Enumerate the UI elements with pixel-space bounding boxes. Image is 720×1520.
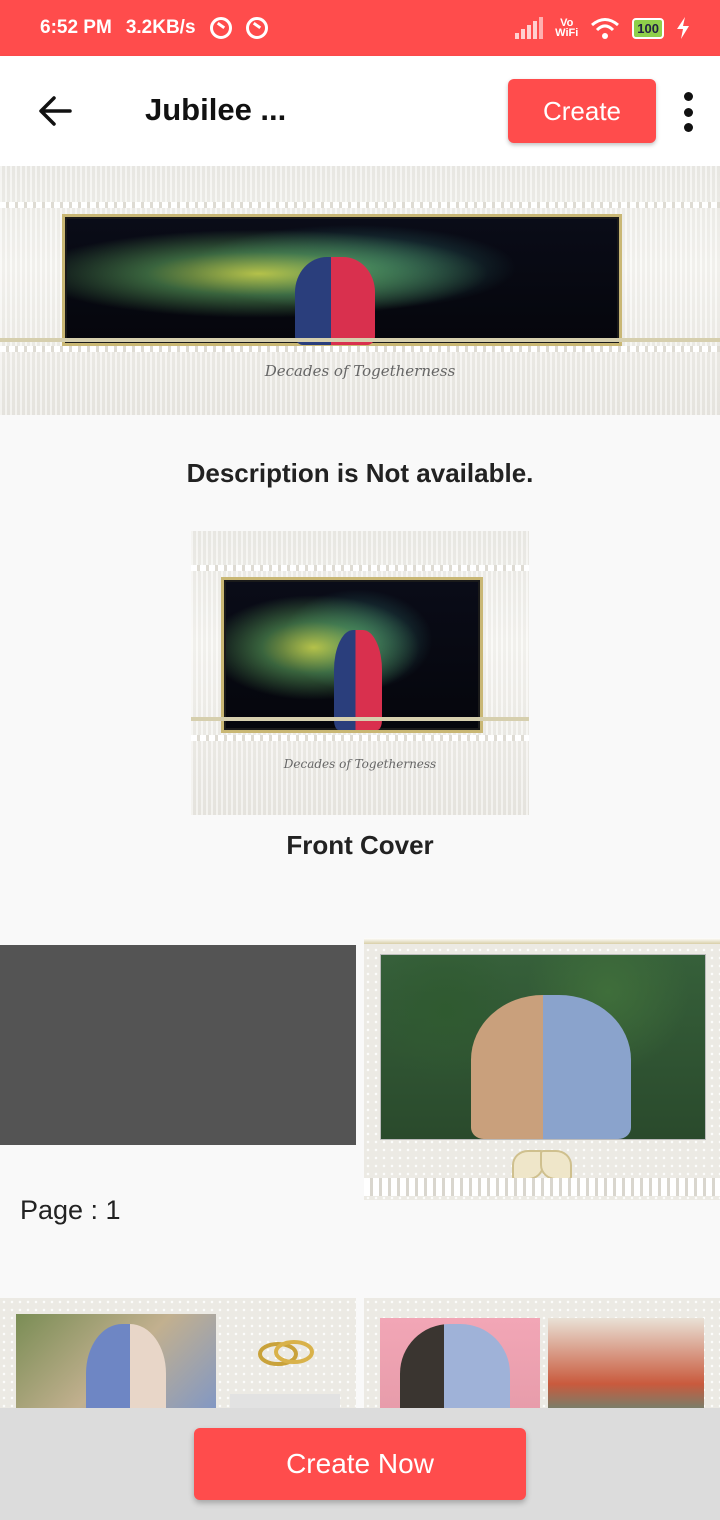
rail — [191, 717, 529, 721]
lace-border — [191, 735, 529, 741]
couple-figure — [86, 1324, 166, 1413]
status-right: Vo WiFi 100 — [515, 0, 690, 56]
status-time: 6:52 PM — [40, 17, 112, 38]
page-thumbnail[interactable] — [364, 1298, 720, 1413]
album-banner-image: Decades of Togetherness — [0, 166, 720, 415]
page-photo — [16, 1314, 216, 1413]
status-bar: 6:52 PM 3.2KB/s Vo WiFi 100 — [0, 0, 720, 56]
page-photo — [548, 1318, 704, 1413]
lace-border — [364, 1178, 720, 1196]
status-net-speed: 3.2KB/s — [125, 17, 196, 38]
charging-icon — [677, 17, 689, 39]
banner-caption: Decades of Togetherness — [264, 362, 456, 380]
banner-photo — [62, 214, 622, 346]
notification-icon — [245, 17, 268, 39]
page-thumbnail[interactable] — [364, 938, 720, 1200]
page-photo — [380, 954, 706, 1140]
rings-icon — [258, 1340, 314, 1366]
couple-figure — [295, 257, 375, 345]
lace-border — [0, 202, 720, 208]
notification-icon — [209, 17, 232, 39]
rail — [0, 338, 720, 342]
rail — [364, 938, 720, 944]
page-placeholder-image[interactable] — [0, 945, 356, 1145]
page-label: Page : 1 — [20, 1195, 121, 1225]
page-title: Jubilee ... — [145, 92, 287, 127]
lace-border — [0, 346, 720, 352]
vowifi-icon: Vo WiFi — [555, 18, 579, 39]
cover-caption: Decades of Togetherness — [283, 757, 437, 771]
cover-photo — [221, 577, 483, 733]
signal-icon — [515, 17, 544, 39]
front-cover-thumbnail[interactable]: Decades of Togetherness — [191, 531, 529, 815]
couple-figure — [471, 995, 631, 1139]
create-now-button[interactable]: Create Now — [194, 1428, 526, 1500]
battery-icon: 100 — [632, 17, 664, 39]
more-vert-icon[interactable] — [676, 92, 700, 132]
create-button[interactable]: Create — [508, 79, 656, 143]
page-photo — [380, 1318, 540, 1413]
description-text: Description is Not available. — [186, 458, 534, 488]
couple-figure — [334, 630, 382, 730]
status-left: 6:52 PM 3.2KB/s — [40, 0, 268, 56]
bottom-bar: Create Now — [0, 1408, 720, 1520]
lace-border — [191, 565, 529, 571]
wifi-icon — [591, 18, 620, 39]
page-thumbnail[interactable] — [0, 1298, 356, 1413]
arrow-left-icon[interactable] — [30, 86, 80, 136]
front-cover-label: Front Cover — [286, 830, 434, 860]
couple-figure — [400, 1324, 510, 1413]
vowifi-bottom: WiFi — [555, 27, 579, 39]
app-bar: Jubilee ... Create — [0, 56, 720, 166]
